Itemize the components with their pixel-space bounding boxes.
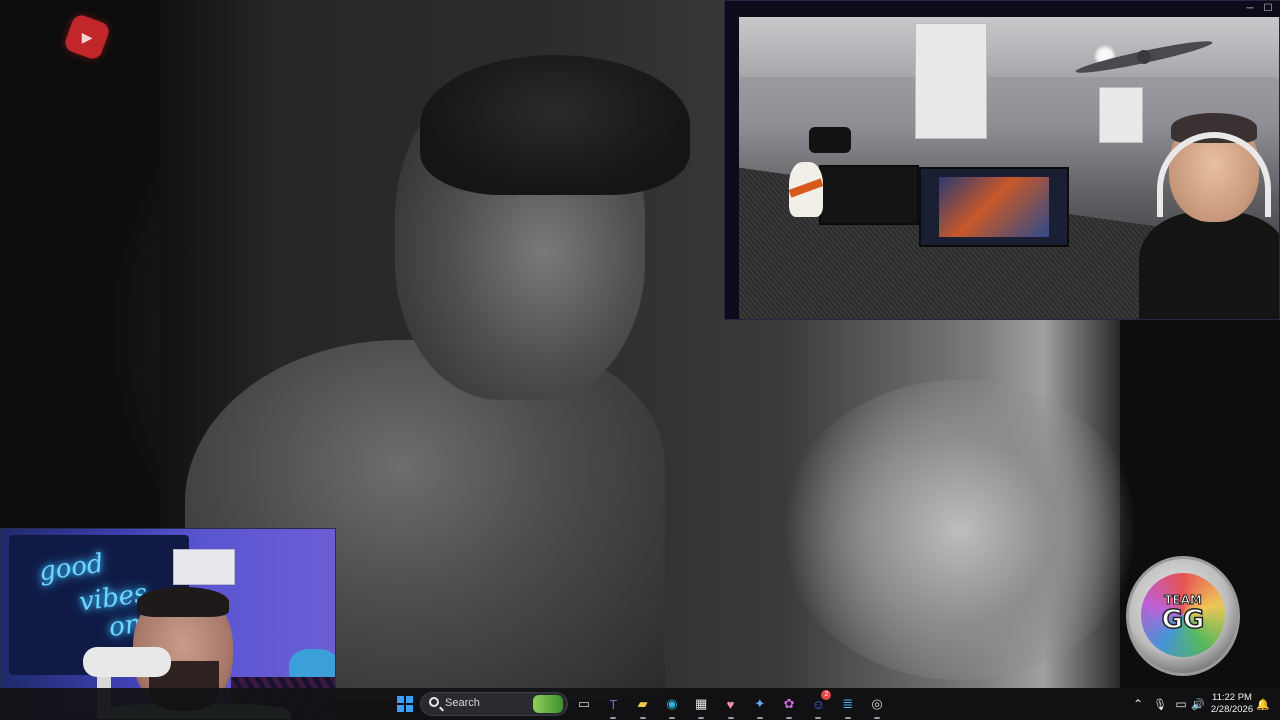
running-indicator	[698, 717, 705, 719]
figurine-toy	[788, 162, 824, 217]
store-icon[interactable]: ▦	[690, 693, 712, 715]
desktop-stage: ▶ ─ ☐ good vibes on TEAM GG Search ▭ T ▰…	[0, 0, 1280, 720]
taskbar-clock[interactable]: 11:22 PM 2/28/2026	[1206, 692, 1258, 716]
minimize-button[interactable]: ─	[1243, 2, 1257, 15]
window-titlebar[interactable]: ─ ☐	[725, 1, 1280, 17]
clock-time: 11:22 PM	[1212, 692, 1252, 703]
video-light-glow	[780, 380, 1140, 680]
webcam-device	[809, 127, 851, 153]
kitchen-cabinet	[1099, 87, 1143, 143]
running-indicator	[639, 717, 646, 719]
tray-chevron-icon[interactable]: ⌃	[1130, 688, 1146, 720]
windows-start-icon[interactable]	[394, 693, 416, 715]
webcam-window[interactable]: ─ ☐	[724, 0, 1280, 320]
notification-bell-icon[interactable]: 🔔	[1256, 688, 1270, 720]
running-indicator	[610, 717, 617, 719]
running-indicator	[874, 717, 880, 719]
teams-icon[interactable]: T	[602, 693, 624, 715]
task-view-icon[interactable]: ▭	[573, 693, 595, 715]
monitor-center	[919, 167, 1069, 247]
running-indicator	[727, 717, 734, 719]
tray-volume-icon[interactable]: 🔊	[1190, 688, 1206, 720]
reactor-hair	[137, 587, 229, 617]
copilot-icon[interactable]: ✦	[749, 693, 771, 715]
webcam-feed-streamer	[739, 17, 1279, 319]
logo-text-gg: GG	[1161, 605, 1205, 635]
running-indicator	[786, 717, 793, 719]
youtube-logo-icon: ▶	[62, 12, 112, 62]
search-icon	[429, 697, 439, 707]
clock-date: 2/28/2026	[1210, 704, 1254, 715]
game-icon[interactable]: ✿	[778, 693, 800, 715]
neon-text-line1: good	[37, 548, 106, 588]
maximize-button[interactable]: ☐	[1261, 2, 1275, 15]
running-indicator	[756, 717, 763, 719]
obs-icon[interactable]: ◎	[866, 693, 888, 715]
taskbar: Search ▭ T ▰ ◉ ▦ ♥ ✦ ✿ ☺ 2 ≣ ◎ ⌃ 🎙 ▭ 🔊 11:22 PM 2/2…	[0, 688, 1280, 720]
tray-mic-icon[interactable]: 🎙	[1152, 688, 1168, 720]
taskbar-search-box[interactable]: Search	[420, 692, 568, 716]
microphone-icon	[83, 647, 171, 677]
air-conditioner	[173, 549, 235, 585]
ceiling-fan-icon	[1075, 41, 1213, 73]
file-explorer-icon[interactable]: ▰	[632, 693, 654, 715]
notepad-icon[interactable]: ≣	[837, 693, 859, 715]
streamer-person	[1139, 113, 1279, 319]
running-indicator	[815, 717, 822, 719]
video-person-hair	[420, 55, 690, 195]
team-gg-logo: TEAM GG	[1126, 556, 1240, 676]
edge-icon[interactable]: ◉	[661, 693, 683, 715]
running-indicator	[844, 717, 851, 719]
discord-badge: 2	[821, 690, 832, 700]
pinned-app-icon[interactable]: ♥	[720, 693, 742, 715]
search-placeholder: Search	[445, 697, 480, 709]
monitor-left	[819, 165, 919, 225]
kitchen-cabinet	[915, 23, 987, 139]
search-highlight-icon	[533, 695, 563, 713]
tray-network-icon[interactable]: ▭	[1173, 688, 1189, 720]
running-indicator	[668, 717, 675, 719]
